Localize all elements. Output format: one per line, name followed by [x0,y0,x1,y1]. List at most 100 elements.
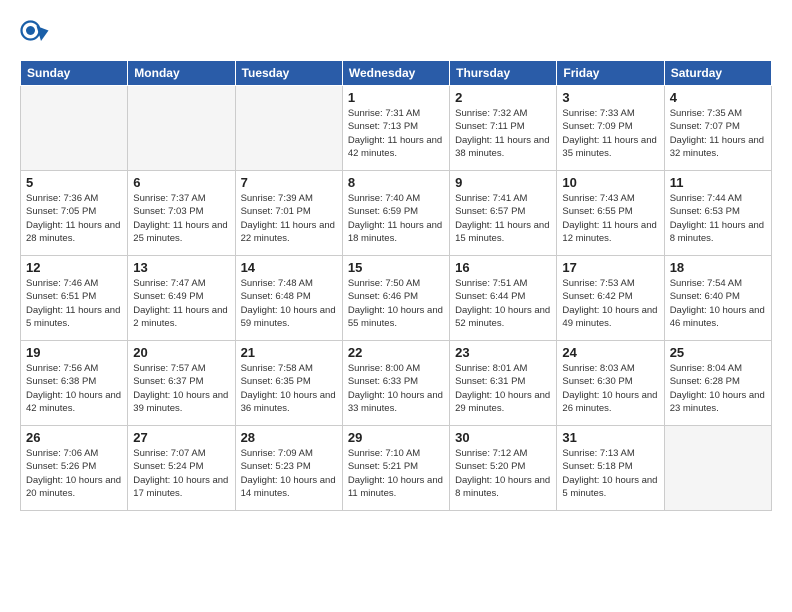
day-number: 26 [26,430,122,445]
day-number: 2 [455,90,551,105]
day-cell: 13 Sunrise: 7:47 AM Sunset: 6:49 PM Dayl… [128,256,235,341]
day-number: 13 [133,260,229,275]
day-cell: 19 Sunrise: 7:56 AM Sunset: 6:38 PM Dayl… [21,341,128,426]
day-number: 6 [133,175,229,190]
header-wednesday: Wednesday [342,61,449,86]
day-number: 31 [562,430,658,445]
day-number: 11 [670,175,766,190]
day-info: Sunrise: 7:54 AM Sunset: 6:40 PM Dayligh… [670,277,766,330]
day-number: 17 [562,260,658,275]
day-number: 5 [26,175,122,190]
day-cell: 1 Sunrise: 7:31 AM Sunset: 7:13 PM Dayli… [342,86,449,171]
day-info: Sunrise: 7:40 AM Sunset: 6:59 PM Dayligh… [348,192,444,245]
day-info: Sunrise: 7:57 AM Sunset: 6:37 PM Dayligh… [133,362,229,415]
day-info: Sunrise: 7:07 AM Sunset: 5:24 PM Dayligh… [133,447,229,500]
day-cell: 14 Sunrise: 7:48 AM Sunset: 6:48 PM Dayl… [235,256,342,341]
day-cell: 28 Sunrise: 7:09 AM Sunset: 5:23 PM Dayl… [235,426,342,511]
day-info: Sunrise: 8:00 AM Sunset: 6:33 PM Dayligh… [348,362,444,415]
day-cell: 11 Sunrise: 7:44 AM Sunset: 6:53 PM Dayl… [664,171,771,256]
day-number: 24 [562,345,658,360]
header-thursday: Thursday [450,61,557,86]
day-cell: 31 Sunrise: 7:13 AM Sunset: 5:18 PM Dayl… [557,426,664,511]
day-cell: 10 Sunrise: 7:43 AM Sunset: 6:55 PM Dayl… [557,171,664,256]
day-cell: 17 Sunrise: 7:53 AM Sunset: 6:42 PM Dayl… [557,256,664,341]
week-row-4: 19 Sunrise: 7:56 AM Sunset: 6:38 PM Dayl… [21,341,772,426]
header-sunday: Sunday [21,61,128,86]
calendar-table: SundayMondayTuesdayWednesdayThursdayFrid… [20,60,772,511]
day-number: 7 [241,175,337,190]
day-cell: 29 Sunrise: 7:10 AM Sunset: 5:21 PM Dayl… [342,426,449,511]
header-friday: Friday [557,61,664,86]
day-info: Sunrise: 8:01 AM Sunset: 6:31 PM Dayligh… [455,362,551,415]
day-cell: 20 Sunrise: 7:57 AM Sunset: 6:37 PM Dayl… [128,341,235,426]
day-number: 27 [133,430,229,445]
header-monday: Monday [128,61,235,86]
day-cell [664,426,771,511]
day-info: Sunrise: 7:50 AM Sunset: 6:46 PM Dayligh… [348,277,444,330]
day-number: 23 [455,345,551,360]
day-number: 21 [241,345,337,360]
day-info: Sunrise: 7:09 AM Sunset: 5:23 PM Dayligh… [241,447,337,500]
day-info: Sunrise: 8:04 AM Sunset: 6:28 PM Dayligh… [670,362,766,415]
day-info: Sunrise: 8:03 AM Sunset: 6:30 PM Dayligh… [562,362,658,415]
day-cell: 2 Sunrise: 7:32 AM Sunset: 7:11 PM Dayli… [450,86,557,171]
day-number: 15 [348,260,444,275]
day-cell [21,86,128,171]
header-tuesday: Tuesday [235,61,342,86]
day-number: 29 [348,430,444,445]
day-info: Sunrise: 7:39 AM Sunset: 7:01 PM Dayligh… [241,192,337,245]
day-cell: 7 Sunrise: 7:39 AM Sunset: 7:01 PM Dayli… [235,171,342,256]
calendar-header: SundayMondayTuesdayWednesdayThursdayFrid… [21,61,772,86]
day-number: 28 [241,430,337,445]
day-cell: 27 Sunrise: 7:07 AM Sunset: 5:24 PM Dayl… [128,426,235,511]
day-number: 1 [348,90,444,105]
day-info: Sunrise: 7:37 AM Sunset: 7:03 PM Dayligh… [133,192,229,245]
week-row-5: 26 Sunrise: 7:06 AM Sunset: 5:26 PM Dayl… [21,426,772,511]
day-number: 4 [670,90,766,105]
day-cell: 6 Sunrise: 7:37 AM Sunset: 7:03 PM Dayli… [128,171,235,256]
day-info: Sunrise: 7:33 AM Sunset: 7:09 PM Dayligh… [562,107,658,160]
day-cell: 24 Sunrise: 8:03 AM Sunset: 6:30 PM Dayl… [557,341,664,426]
calendar-body: 1 Sunrise: 7:31 AM Sunset: 7:13 PM Dayli… [21,86,772,511]
day-info: Sunrise: 7:36 AM Sunset: 7:05 PM Dayligh… [26,192,122,245]
day-cell: 5 Sunrise: 7:36 AM Sunset: 7:05 PM Dayli… [21,171,128,256]
day-cell [128,86,235,171]
day-cell: 16 Sunrise: 7:51 AM Sunset: 6:44 PM Dayl… [450,256,557,341]
page-header [20,20,772,50]
day-cell: 4 Sunrise: 7:35 AM Sunset: 7:07 PM Dayli… [664,86,771,171]
day-number: 19 [26,345,122,360]
day-cell: 18 Sunrise: 7:54 AM Sunset: 6:40 PM Dayl… [664,256,771,341]
logo-icon [20,20,50,50]
day-number: 12 [26,260,122,275]
day-number: 8 [348,175,444,190]
day-number: 10 [562,175,658,190]
day-cell: 23 Sunrise: 8:01 AM Sunset: 6:31 PM Dayl… [450,341,557,426]
header-saturday: Saturday [664,61,771,86]
day-info: Sunrise: 7:43 AM Sunset: 6:55 PM Dayligh… [562,192,658,245]
day-cell [235,86,342,171]
day-info: Sunrise: 7:48 AM Sunset: 6:48 PM Dayligh… [241,277,337,330]
day-cell: 8 Sunrise: 7:40 AM Sunset: 6:59 PM Dayli… [342,171,449,256]
day-number: 25 [670,345,766,360]
day-cell: 12 Sunrise: 7:46 AM Sunset: 6:51 PM Dayl… [21,256,128,341]
week-row-2: 5 Sunrise: 7:36 AM Sunset: 7:05 PM Dayli… [21,171,772,256]
day-number: 30 [455,430,551,445]
day-cell: 3 Sunrise: 7:33 AM Sunset: 7:09 PM Dayli… [557,86,664,171]
day-number: 16 [455,260,551,275]
day-number: 22 [348,345,444,360]
day-number: 9 [455,175,551,190]
day-number: 3 [562,90,658,105]
day-number: 20 [133,345,229,360]
day-cell: 21 Sunrise: 7:58 AM Sunset: 6:35 PM Dayl… [235,341,342,426]
day-info: Sunrise: 7:13 AM Sunset: 5:18 PM Dayligh… [562,447,658,500]
day-info: Sunrise: 7:32 AM Sunset: 7:11 PM Dayligh… [455,107,551,160]
day-info: Sunrise: 7:06 AM Sunset: 5:26 PM Dayligh… [26,447,122,500]
day-number: 14 [241,260,337,275]
day-cell: 25 Sunrise: 8:04 AM Sunset: 6:28 PM Dayl… [664,341,771,426]
day-info: Sunrise: 7:58 AM Sunset: 6:35 PM Dayligh… [241,362,337,415]
day-info: Sunrise: 7:35 AM Sunset: 7:07 PM Dayligh… [670,107,766,160]
day-cell: 22 Sunrise: 8:00 AM Sunset: 6:33 PM Dayl… [342,341,449,426]
day-info: Sunrise: 7:47 AM Sunset: 6:49 PM Dayligh… [133,277,229,330]
day-info: Sunrise: 7:44 AM Sunset: 6:53 PM Dayligh… [670,192,766,245]
day-cell: 30 Sunrise: 7:12 AM Sunset: 5:20 PM Dayl… [450,426,557,511]
